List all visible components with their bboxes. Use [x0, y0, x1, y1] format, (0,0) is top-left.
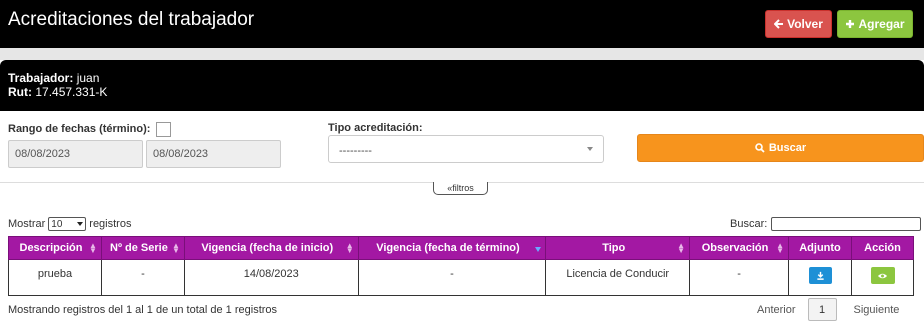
cell-accion: [851, 259, 914, 296]
cell-termino: -: [357, 259, 547, 296]
page-header: Acreditaciones del trabajador Volver Agr…: [0, 0, 924, 48]
prev-page-button[interactable]: Anterior: [757, 304, 796, 316]
worker-name-value: juan: [76, 71, 100, 85]
date-range-checkbox[interactable]: [156, 122, 171, 137]
table-search-input[interactable]: [771, 217, 922, 231]
worker-rut-label: Rut:: [8, 85, 32, 99]
page-number-button[interactable]: 1: [807, 298, 837, 321]
header-separator: [0, 48, 924, 60]
sort-icon: ▲ ▼: [89, 241, 97, 255]
column-header-adjunto: Adjunto: [788, 236, 852, 260]
search-button-label: Buscar: [768, 142, 807, 154]
download-icon: [816, 271, 824, 280]
chevron-down-icon: [77, 222, 84, 226]
column-header-inicio[interactable]: Vigencia (fecha de inicio) ▲ ▼: [183, 236, 359, 260]
column-header-serie[interactable]: Nº de Serie ▲ ▼: [100, 236, 185, 260]
cell-adjunto: [788, 259, 852, 296]
cell-descripcion: prueba: [8, 259, 102, 296]
column-header-observacion[interactable]: Observación ▲ ▼: [689, 236, 790, 260]
back-button-label: Volver: [787, 17, 823, 31]
column-header-termino[interactable]: Vigencia (fecha de término): [357, 236, 547, 260]
page-length-control: Mostrar 10 registros: [8, 217, 131, 231]
column-header-descripcion[interactable]: Descripción ▲ ▼: [8, 236, 102, 260]
next-page-button[interactable]: Siguiente: [854, 304, 900, 316]
filters-toggle-label: filtros: [452, 183, 474, 193]
sort-icon: ▲ ▼: [677, 241, 686, 255]
table-search-label: Buscar:: [730, 218, 768, 230]
sort-icon: ▲ ▼: [776, 241, 785, 255]
download-button[interactable]: [808, 267, 832, 284]
worker-name-label: Trabajador:: [8, 71, 74, 85]
date-to-input[interactable]: 08/08/2023: [146, 140, 281, 168]
search-button[interactable]: Buscar: [637, 134, 924, 162]
sort-icon: ▲ ▼: [171, 241, 180, 255]
cell-serie: -: [100, 259, 185, 296]
column-header-accion: Acción: [851, 236, 914, 260]
search-icon: [755, 143, 765, 153]
worker-rut-line: Rut: 17.457.331-K: [8, 85, 107, 99]
pagination: Anterior 1 Siguiente: [757, 298, 899, 321]
accreditations-table: Descripción ▲ ▼ Nº de Serie ▲ ▼ Vigencia (fe…: [8, 236, 914, 296]
date-from-input[interactable]: 08/08/2023: [8, 140, 143, 168]
add-button-label: Agregar: [858, 17, 905, 31]
table-header-row: Descripción ▲ ▼ Nº de Serie ▲ ▼ Vigencia (fe…: [8, 236, 914, 260]
worker-name-line: Trabajador: juan: [8, 71, 99, 85]
table-search: Buscar:: [730, 217, 922, 231]
view-button[interactable]: [870, 267, 895, 284]
page-title: Acreditaciones del trabajador: [8, 9, 255, 30]
table-info: Mostrando registros del 1 al 1 de un tot…: [8, 304, 278, 316]
back-button[interactable]: Volver: [765, 10, 832, 38]
type-select[interactable]: ---------: [328, 135, 604, 163]
date-range-label: Rango de fechas (término):: [8, 123, 151, 135]
sort-icon: ▲ ▼: [345, 241, 354, 255]
sort-desc-icon: [535, 247, 542, 252]
eye-icon: [877, 273, 888, 278]
worker-rut-value: 17.457.331-K: [35, 85, 108, 99]
page-length-select[interactable]: 10: [48, 217, 87, 231]
type-select-value: ---------: [339, 145, 372, 157]
column-header-tipo[interactable]: Tipo ▲ ▼: [545, 236, 691, 260]
cell-tipo: Licencia de Conducir: [545, 259, 691, 296]
plus-icon: [846, 20, 855, 28]
type-label: Tipo acreditación:: [328, 122, 423, 134]
table-row: prueba - 14/08/2023 - Licencia de Conduc…: [8, 259, 914, 296]
worker-panel: Trabajador: juan Rut: 17.457.331-K: [0, 60, 924, 111]
page-length-suffix: registros: [89, 218, 132, 230]
add-button[interactable]: Agregar: [837, 10, 913, 38]
page-length-value: 10: [51, 218, 63, 230]
cell-inicio: 14/08/2023: [183, 259, 359, 296]
filters-toggle[interactable]: «filtros: [433, 182, 488, 195]
cell-observacion: -: [689, 259, 790, 296]
arrow-left-icon: [774, 19, 784, 29]
chevron-down-icon: [587, 147, 593, 151]
page-length-prefix: Mostrar: [8, 218, 46, 230]
